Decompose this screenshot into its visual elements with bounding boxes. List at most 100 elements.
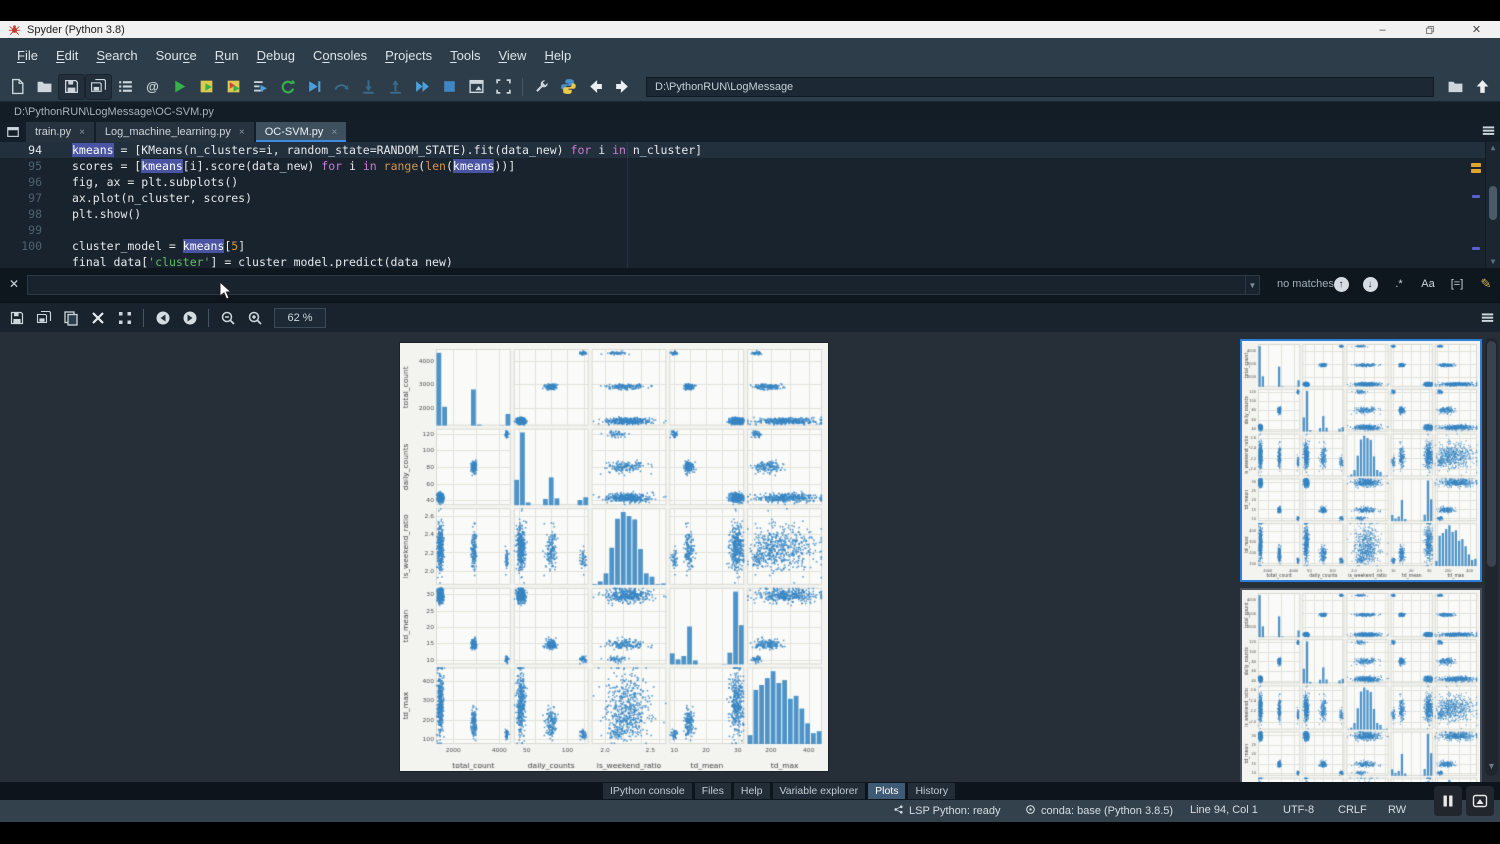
restore-button[interactable] [1406, 21, 1453, 38]
menu-debug[interactable]: Debug [248, 45, 304, 66]
code-text: plt.show() [56, 206, 141, 222]
run-file-button[interactable] [166, 74, 193, 100]
rerun-cell-button[interactable] [274, 74, 301, 100]
run-cell-advance-button[interactable] [220, 74, 247, 100]
pane-tab-help[interactable]: Help [734, 783, 770, 799]
tab-label: Log_machine_learning.py [105, 126, 231, 138]
toolbar-separator [522, 78, 523, 96]
new-file-button[interactable] [4, 74, 31, 100]
editor-scrollbar[interactable]: ▲ ▼ [1485, 142, 1500, 268]
pane-tab-history[interactable]: History [908, 783, 955, 799]
search-status: no matches [1277, 278, 1334, 290]
zoom-out-button[interactable] [214, 305, 241, 331]
step-over-button[interactable] [328, 74, 355, 100]
minimize-button[interactable]: – [1359, 21, 1406, 38]
maximize-pane-button[interactable] [463, 74, 490, 100]
zoom-in-button[interactable] [241, 305, 268, 331]
case-sensitive-toggle-icon[interactable]: Aa [1420, 274, 1436, 294]
current-file-path: D:\PythonRUN\LogMessage\OC-SVM.py [14, 106, 214, 118]
open-file-button[interactable] [31, 74, 58, 100]
screenshot-button[interactable] [1466, 786, 1494, 816]
code-editor[interactable]: 94kmeans = [KMeans(n_clusters=i, random_… [0, 142, 1500, 268]
step-into-button[interactable] [355, 74, 382, 100]
pairplot-thumbnail-1[interactable] [1240, 339, 1482, 582]
debug-file-button[interactable] [301, 74, 328, 100]
save-all-plots-button[interactable] [30, 305, 57, 331]
whole-words-toggle-icon[interactable]: [=] [1449, 274, 1465, 294]
save-button[interactable] [58, 74, 85, 100]
python-path-manager-button[interactable] [555, 74, 582, 100]
editor-tab-oc-svm-py[interactable]: OC-SVM.py × [256, 122, 347, 142]
fullscreen-button[interactable] [490, 74, 517, 100]
file-switcher-button[interactable] [112, 74, 139, 100]
close-tab-icon[interactable]: × [239, 127, 245, 138]
thumbnails-scrollbar[interactable]: ▼ [1485, 338, 1498, 776]
line-number: 97 [0, 190, 56, 206]
search-history-dropdown-icon[interactable]: ▼ [1245, 276, 1259, 294]
stop-button[interactable] [436, 74, 463, 100]
file-path-bar: D:\PythonRUN\LogMessage\OC-SVM.py [0, 102, 1500, 121]
menu-search[interactable]: Search [87, 45, 146, 66]
plots-toolbar: 62 % [0, 302, 1500, 332]
menu-projects[interactable]: Projects [376, 45, 441, 66]
menu-edit[interactable]: Edit [47, 45, 87, 66]
close-button[interactable]: ✕ [1453, 21, 1500, 38]
thumbnails-scrollbar-thumb[interactable] [1487, 341, 1496, 567]
code-line: 100cluster_model = kmeans[5] [0, 238, 1500, 254]
editor-tab-log-machine-learning-py[interactable]: Log_machine_learning.py × [96, 122, 254, 142]
next-plot-button[interactable] [176, 305, 203, 331]
conda-icon [1025, 804, 1036, 818]
copy-plot-button[interactable] [57, 305, 84, 331]
code-analysis-strip [1470, 142, 1484, 268]
previous-plot-button[interactable] [149, 305, 176, 331]
forward-button[interactable] [609, 74, 636, 100]
remove-plot-button[interactable] [84, 305, 111, 331]
code-line: 99 [0, 222, 1500, 238]
highlight-matches-icon[interactable]: ✎ [1478, 274, 1494, 294]
close-tab-icon[interactable]: × [331, 127, 337, 138]
editor-options-menu-icon[interactable] [1481, 124, 1496, 142]
working-directory-input[interactable] [646, 77, 1434, 97]
fit-plot-button[interactable] [111, 305, 138, 331]
pairplot-thumbnail-2[interactable] [1240, 588, 1482, 782]
regex-toggle-icon[interactable]: .* [1391, 274, 1407, 294]
plots-options-menu-icon[interactable] [1480, 311, 1495, 329]
pane-tab-bar: IPython consoleFilesHelpVariable explore… [0, 782, 1500, 800]
close-find-icon[interactable]: ✕ [6, 277, 22, 291]
tab-label: OC-SVM.py [265, 126, 324, 138]
find-next-button[interactable]: ↓ [1362, 274, 1378, 294]
pane-tab-ipython-console[interactable]: IPython console [603, 783, 692, 799]
find-previous-button[interactable]: ↑ [1333, 274, 1349, 294]
close-tab-icon[interactable]: × [79, 127, 85, 138]
pane-tab-files[interactable]: Files [695, 783, 731, 799]
run-selection-button[interactable] [247, 74, 274, 100]
pause-button[interactable] [1434, 786, 1462, 816]
save-all-button[interactable] [85, 74, 112, 100]
save-plot-button[interactable] [3, 305, 30, 331]
menu-view[interactable]: View [489, 45, 535, 66]
step-out-button[interactable] [382, 74, 409, 100]
browse-tabs-icon[interactable] [0, 122, 26, 142]
menu-source[interactable]: Source [147, 45, 206, 66]
pairplot-figure [400, 343, 828, 771]
back-button[interactable] [582, 74, 609, 100]
continue-button[interactable] [409, 74, 436, 100]
line-number: 98 [0, 206, 56, 222]
pane-tab-variable-explorer[interactable]: Variable explorer [773, 783, 866, 799]
code-text: scores = [kmeans[i].score(data_new) for … [56, 158, 515, 174]
menu-consoles[interactable]: Consoles [304, 45, 376, 66]
editor-tab-train-py[interactable]: train.py× [26, 122, 94, 142]
browse-directory-button[interactable] [1442, 74, 1469, 100]
preferences-button[interactable] [528, 74, 555, 100]
menu-run[interactable]: Run [206, 45, 248, 66]
symbol-finder-button[interactable]: @ [139, 74, 166, 100]
menu-file[interactable]: File [8, 45, 47, 66]
menu-help[interactable]: Help [535, 45, 580, 66]
parent-directory-button[interactable] [1469, 74, 1496, 100]
menu-tools[interactable]: Tools [441, 45, 489, 66]
spyder-window: Spyder (Python 3.8) – ✕ FileEditSearchSo… [0, 0, 1500, 844]
run-cell-button[interactable] [193, 74, 220, 100]
pane-tab-plots[interactable]: Plots [868, 783, 905, 799]
editor-scrollbar-thumb[interactable] [1489, 186, 1497, 220]
search-input[interactable] [28, 278, 1245, 292]
